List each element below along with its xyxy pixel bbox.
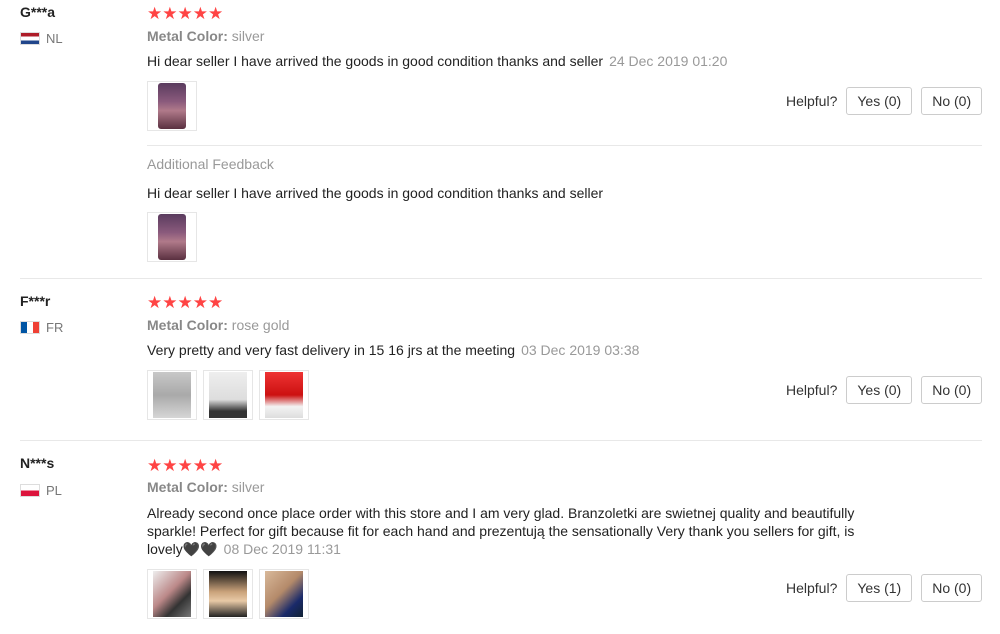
- reviewer-name: N***s: [20, 455, 55, 471]
- attribute-key: Metal Color:: [147, 28, 228, 44]
- review-body-line: sparkle! Perfect for gift because fit fo…: [147, 523, 855, 539]
- review-body-end: lovely🖤🖤: [147, 541, 218, 557]
- review-divider: [20, 440, 982, 441]
- helpful-yes-button[interactable]: Yes (0): [846, 87, 913, 115]
- review-text: Hi dear seller I have arrived the goods …: [147, 52, 727, 70]
- review-body-line: Already second once place order with thi…: [147, 505, 855, 521]
- star-rating: ★★★★★: [147, 457, 223, 474]
- helpful-no-button[interactable]: No (0): [921, 376, 983, 404]
- review-photos: [147, 81, 197, 131]
- product-attribute: Metal Color: rose gold: [147, 317, 289, 333]
- review-photo-thumbnail[interactable]: [147, 370, 197, 420]
- flag-nl-icon: [20, 32, 40, 45]
- review-photo-thumbnail[interactable]: [203, 370, 253, 420]
- attribute-value: silver: [231, 479, 265, 495]
- helpful-section: Helpful? Yes (1) No (0): [786, 574, 983, 602]
- photo-image: [209, 372, 247, 418]
- photo-image: [158, 83, 186, 129]
- helpful-yes-button[interactable]: Yes (1): [846, 574, 913, 602]
- additional-feedback-label: Additional Feedback: [147, 156, 274, 172]
- review-text: Already second once place order with thi…: [147, 504, 867, 558]
- photo-image: [265, 571, 303, 617]
- flag-pl-icon: [20, 484, 40, 497]
- reviewer-name: F***r: [20, 293, 51, 309]
- helpful-label: Helpful?: [786, 382, 838, 398]
- review-photo-thumbnail[interactable]: [203, 569, 253, 619]
- review-photos: [147, 569, 309, 619]
- photo-image: [158, 214, 186, 260]
- attribute-value: silver: [231, 28, 265, 44]
- review-photo-thumbnail[interactable]: [259, 370, 309, 420]
- review-date: 03 Dec 2019 03:38: [521, 342, 640, 358]
- attribute-key: Metal Color:: [147, 317, 228, 333]
- attribute-key: Metal Color:: [147, 479, 228, 495]
- helpful-yes-button[interactable]: Yes (0): [846, 376, 913, 404]
- review-body-line: lovely🖤🖤 08 Dec 2019 11:31: [147, 540, 867, 558]
- reviewer-name: G***a: [20, 4, 56, 20]
- country-code: FR: [46, 320, 64, 335]
- star-rating: ★★★★★: [147, 5, 223, 22]
- additional-feedback-text: Hi dear seller I have arrived the goods …: [147, 185, 604, 201]
- review-date: 08 Dec 2019 11:31: [223, 541, 341, 557]
- helpful-no-button[interactable]: No (0): [921, 574, 983, 602]
- review-photos: [147, 370, 309, 420]
- star-icon: ★★★★★: [147, 293, 224, 312]
- photo-image: [153, 571, 191, 617]
- reviewer-country: FR: [20, 320, 63, 335]
- helpful-section: Helpful? Yes (0) No (0): [786, 87, 983, 115]
- attribute-value: rose gold: [231, 317, 290, 333]
- helpful-no-button[interactable]: No (0): [921, 87, 983, 115]
- review-text: Very pretty and very fast delivery in 15…: [147, 341, 639, 359]
- country-code: PL: [46, 483, 62, 498]
- product-attribute: Metal Color: silver: [147, 28, 264, 44]
- review-body: Hi dear seller I have arrived the goods …: [147, 53, 604, 69]
- review-photo-thumbnail[interactable]: [259, 569, 309, 619]
- product-attribute: Metal Color: silver: [147, 479, 264, 495]
- photo-image: [209, 571, 247, 617]
- reviewer-country: PL: [20, 483, 62, 498]
- flag-fr-icon: [20, 321, 40, 334]
- star-icon: ★★★★★: [147, 456, 224, 475]
- star-icon: ★★★★★: [147, 4, 224, 23]
- review-date: 24 Dec 2019 01:20: [609, 53, 728, 69]
- review-body: Very pretty and very fast delivery in 15…: [147, 342, 516, 358]
- review-divider: [20, 278, 982, 279]
- photo-image: [153, 372, 191, 418]
- star-rating: ★★★★★: [147, 294, 223, 311]
- review-photo-thumbnail[interactable]: [147, 212, 197, 262]
- helpful-label: Helpful?: [786, 580, 838, 596]
- reviewer-country: NL: [20, 31, 63, 46]
- divider: [147, 145, 982, 146]
- review-photo-thumbnail[interactable]: [147, 569, 197, 619]
- helpful-label: Helpful?: [786, 93, 838, 109]
- helpful-section: Helpful? Yes (0) No (0): [786, 376, 983, 404]
- country-code: NL: [46, 31, 63, 46]
- review-photo-thumbnail[interactable]: [147, 81, 197, 131]
- additional-photos: [147, 212, 197, 262]
- photo-image: [265, 372, 303, 418]
